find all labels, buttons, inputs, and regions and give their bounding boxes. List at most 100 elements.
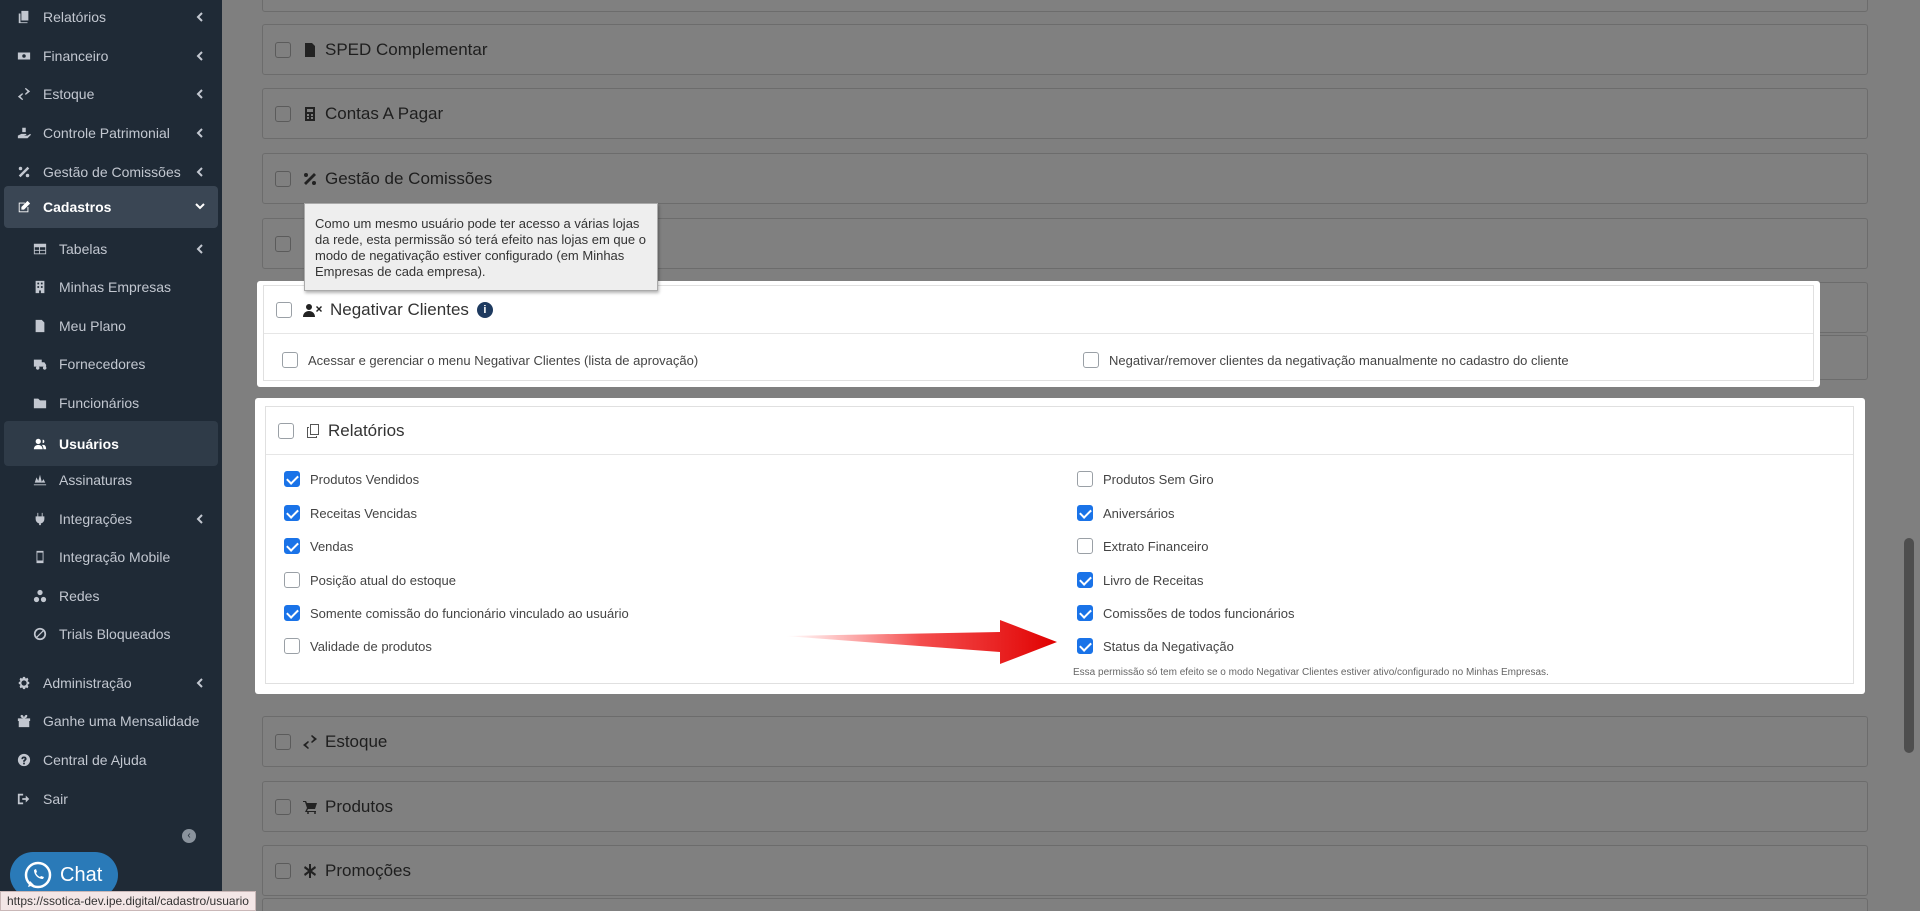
- perm-livro-receitas[interactable]: Livro de Receitas: [1077, 572, 1203, 588]
- perm-label: Status da Negativação: [1103, 638, 1234, 654]
- negativar-perm-menu[interactable]: Acessar e gerenciar o menu Negativar Cli…: [282, 352, 698, 368]
- perm-checkbox[interactable]: [284, 505, 300, 521]
- percent-icon: [301, 170, 319, 188]
- sidebar-item-minhas-empresas[interactable]: Minhas Empresas: [4, 267, 218, 307]
- perm-produtos-sem-giro[interactable]: Produtos Sem Giro: [1077, 471, 1214, 487]
- edit-icon: [16, 199, 32, 215]
- perm-checkbox[interactable]: [284, 471, 300, 487]
- chevron-left-icon: [194, 676, 206, 688]
- sidebar-item-central-ajuda[interactable]: Central de Ajuda: [4, 740, 218, 780]
- produtos-checkbox[interactable]: [275, 799, 291, 815]
- perm-label: Extrato Financeiro: [1103, 538, 1209, 554]
- perm-checkbox[interactable]: [284, 572, 300, 588]
- chevron-left-icon: [194, 126, 206, 138]
- building-icon: [32, 279, 48, 295]
- copy-icon: [16, 9, 32, 25]
- card-title: Promoções: [325, 861, 411, 880]
- sidebar-item-label: Controle Patrimonial: [43, 125, 170, 141]
- perm-aniversarios[interactable]: Aniversários: [1077, 505, 1175, 521]
- estoque-checkbox[interactable]: [275, 734, 291, 750]
- sidebar-item-label: Financeiro: [43, 48, 109, 64]
- relatorios-card: Relatórios Produtos Vendidos Receitas Ve…: [265, 406, 1854, 684]
- contas-checkbox[interactable]: [275, 106, 291, 122]
- card-contas-pagar: Contas A Pagar: [262, 88, 1868, 139]
- card-title: Gestão de Comissões: [325, 169, 493, 188]
- sidebar-item-fornecedores[interactable]: Fornecedores: [4, 344, 218, 384]
- comissoes-checkbox[interactable]: [275, 171, 291, 187]
- whatsapp-icon: [24, 861, 52, 889]
- scrollbar-thumb[interactable]: [1904, 538, 1914, 753]
- perm-label: Somente comissão do funcionário vinculad…: [310, 605, 629, 621]
- hidden-card-checkbox[interactable]: [275, 236, 291, 252]
- sidebar-item-administracao[interactable]: Administração: [4, 663, 218, 703]
- perm-checkbox[interactable]: [282, 352, 298, 368]
- chevron-left-icon: [194, 242, 206, 254]
- sidebar-item-ganhe-mensalidade[interactable]: Ganhe uma Mensalidade: [4, 701, 218, 741]
- chevron-left-icon: [194, 87, 206, 99]
- sidebar-item-assinaturas[interactable]: Assinaturas: [4, 460, 218, 500]
- info-icon[interactable]: i: [476, 301, 493, 318]
- perm-checkbox[interactable]: [284, 638, 300, 654]
- chevron-left-icon: [194, 512, 206, 524]
- sidebar-item-integracoes[interactable]: Integrações: [4, 499, 218, 539]
- sidebar-item-cadastros[interactable]: Cadastros: [4, 186, 218, 228]
- perm-somente-comissao[interactable]: Somente comissão do funcionário vinculad…: [284, 605, 629, 621]
- sidebar-item-label: Cadastros: [43, 199, 112, 215]
- perm-extrato-financeiro[interactable]: Extrato Financeiro: [1077, 538, 1209, 554]
- perm-status-negativacao[interactable]: Status da Negativação: [1077, 638, 1234, 654]
- exchange-icon: [301, 733, 319, 751]
- sidebar-item-tabelas[interactable]: Tabelas: [4, 229, 218, 269]
- sidebar-item-label: Fornecedores: [59, 356, 146, 372]
- sidebar-item-meu-plano[interactable]: Meu Plano: [4, 306, 218, 346]
- truck-icon: [32, 356, 48, 372]
- perm-label: Validade de produtos: [310, 638, 432, 654]
- perm-vendas[interactable]: Vendas: [284, 538, 353, 554]
- sidebar-item-financeiro[interactable]: Financeiro: [4, 36, 218, 76]
- sidebar-item-label: Administração: [43, 675, 132, 691]
- collapse-sidebar-button[interactable]: ‹: [182, 829, 196, 843]
- perm-checkbox[interactable]: [1077, 505, 1093, 521]
- sidebar-item-controle-patrimonial[interactable]: Controle Patrimonial: [4, 113, 218, 153]
- ban-icon: [32, 626, 48, 642]
- sidebar-item-integracao-mobile[interactable]: Integração Mobile: [4, 537, 218, 577]
- perm-checkbox[interactable]: [284, 538, 300, 554]
- exchange-icon: [16, 86, 32, 102]
- perm-comissoes-todos[interactable]: Comissões de todos funcionários: [1077, 605, 1295, 621]
- perm-label: Aniversários: [1103, 505, 1175, 521]
- perm-produtos-vendidos[interactable]: Produtos Vendidos: [284, 471, 419, 487]
- perm-checkbox[interactable]: [1077, 572, 1093, 588]
- sidebar-item-estoque[interactable]: Estoque: [4, 74, 218, 114]
- perm-label: Posição atual do estoque: [310, 572, 456, 588]
- sidebar-item-redes[interactable]: Redes: [4, 576, 218, 616]
- perm-checkbox[interactable]: [1077, 605, 1093, 621]
- sidebar-item-trials-bloqueados[interactable]: Trials Bloqueados: [4, 614, 218, 654]
- sped-checkbox[interactable]: [275, 42, 291, 58]
- sidebar-item-sair[interactable]: Sair: [4, 779, 218, 819]
- perm-receitas-vencidas[interactable]: Receitas Vencidas: [284, 505, 417, 521]
- perm-checkbox[interactable]: [1077, 638, 1093, 654]
- perm-validade-produtos[interactable]: Validade de produtos: [284, 638, 432, 654]
- perm-posicao-estoque[interactable]: Posição atual do estoque: [284, 572, 456, 588]
- sidebar-item-funcionarios[interactable]: Funcionários: [4, 383, 218, 423]
- sidebar-item-label: Funcionários: [59, 395, 140, 411]
- chevron-left-icon: [194, 10, 206, 22]
- hand-holding-icon: [16, 125, 32, 141]
- perm-checkbox[interactable]: [284, 605, 300, 621]
- sidebar-item-label: Meu Plano: [59, 318, 126, 334]
- sidebar-item-relatorios[interactable]: Relatórios: [4, 0, 218, 37]
- promocoes-checkbox[interactable]: [275, 863, 291, 879]
- perm-checkbox[interactable]: [1077, 538, 1093, 554]
- gear-icon: [16, 675, 32, 691]
- perm-label: Acessar e gerenciar o menu Negativar Cli…: [308, 352, 699, 368]
- relatorios-checkbox[interactable]: [278, 422, 294, 439]
- scrollbar[interactable]: [1898, 0, 1920, 911]
- users-icon: [32, 436, 48, 452]
- sidebar-item-label: Tabelas: [59, 241, 108, 257]
- perm-checkbox[interactable]: [1077, 471, 1093, 487]
- red-arrow-annotation: [785, 620, 1057, 664]
- card-top-partial: [262, 0, 1868, 12]
- negativar-perm-manual[interactable]: Negativar/remover clientes da negativaçã…: [1083, 352, 1569, 368]
- perm-checkbox[interactable]: [1083, 352, 1099, 368]
- negativar-clientes-checkbox[interactable]: [276, 301, 292, 318]
- sidebar-item-label: Minhas Empresas: [59, 279, 172, 295]
